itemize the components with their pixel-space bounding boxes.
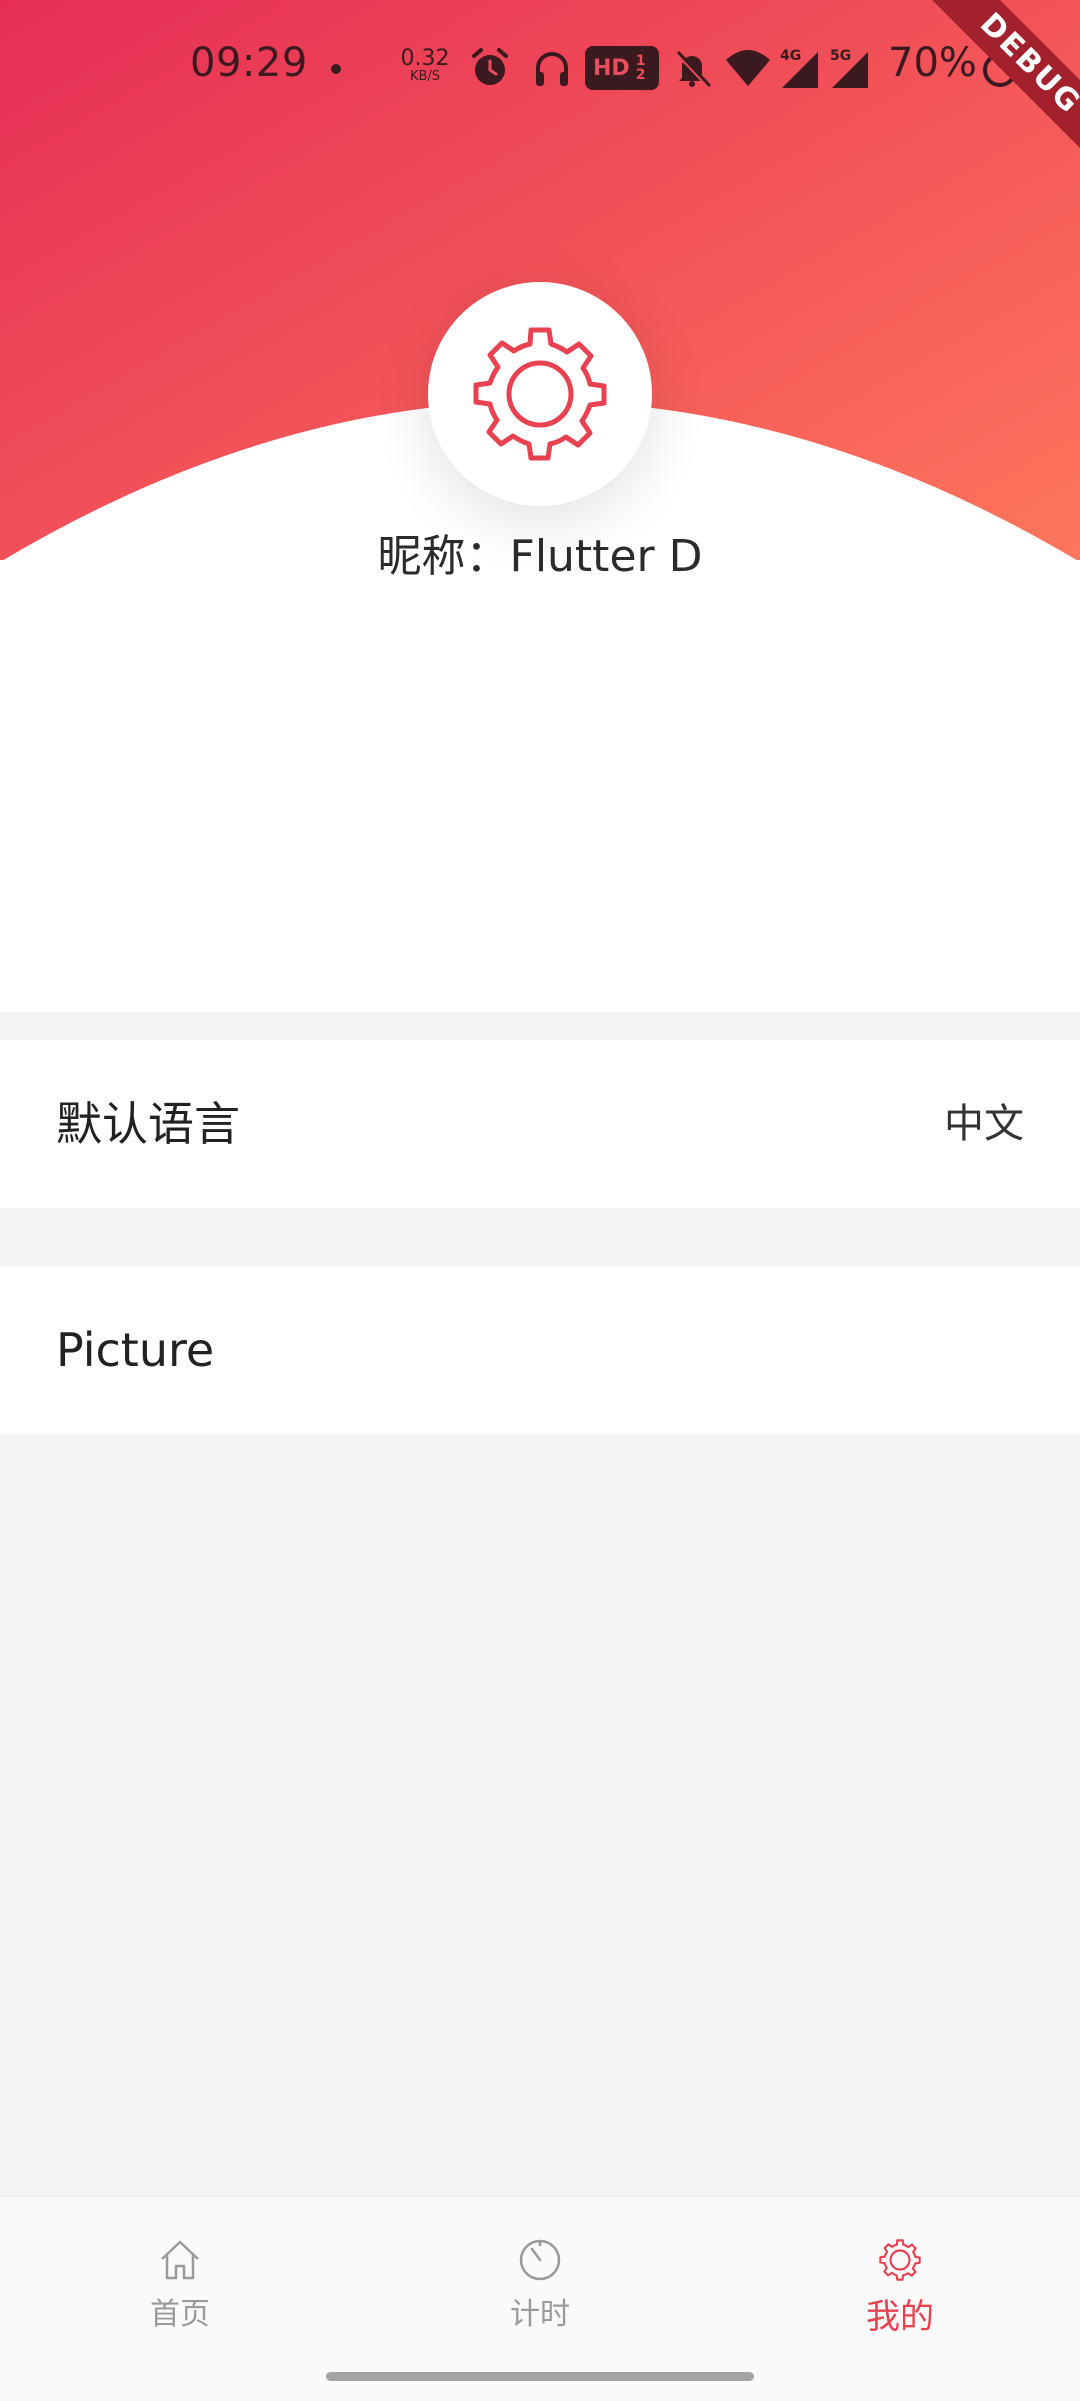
- notification-dot: [331, 64, 341, 74]
- signal-5g-icon: 5G: [830, 48, 868, 88]
- avatar[interactable]: [428, 282, 652, 506]
- home-icon: [161, 2240, 199, 2280]
- nav-label-timer: 计时: [510, 2297, 570, 2332]
- picture-label: Picture: [56, 1323, 215, 1377]
- profile-area: [0, 560, 1080, 1012]
- signal-2-label: 5G: [830, 48, 851, 64]
- net-speed: 0.32 KB/S: [400, 46, 450, 84]
- language-setting-row[interactable]: 默认语言 中文: [0, 1040, 1080, 1208]
- nav-item-timer[interactable]: 计时: [440, 2237, 640, 2333]
- hd-sub: 2: [635, 67, 646, 83]
- headphones-icon: [536, 52, 568, 86]
- battery-level: 70%: [888, 40, 977, 86]
- nav-label-mine: 我的: [866, 2297, 934, 2337]
- net-speed-unit: KB/S: [409, 69, 441, 84]
- status-time: 09:29: [190, 40, 308, 86]
- alarm-icon: [472, 48, 508, 85]
- net-speed-value: 0.32: [400, 46, 450, 71]
- timer-icon: [519, 2239, 561, 2281]
- gear-icon: [473, 327, 607, 461]
- signal-1-label: 4G: [780, 48, 801, 64]
- language-label: 默认语言: [56, 1097, 240, 1151]
- bottom-navigation: 首页 计时 我的: [0, 2196, 1080, 2401]
- gear-icon: [879, 2239, 921, 2281]
- nav-item-home[interactable]: 首页: [80, 2237, 280, 2333]
- nav-label-home: 首页: [150, 2297, 210, 2332]
- hd-icon: HD 1 2: [585, 46, 659, 90]
- hd-label: HD: [593, 55, 630, 81]
- home-indicator[interactable]: [326, 2372, 754, 2381]
- wifi-icon: [726, 50, 770, 86]
- nav-item-mine[interactable]: 我的: [800, 2237, 1000, 2338]
- hd-fraction: 1 2: [636, 54, 646, 82]
- nickname: 昵称：Flutter D: [377, 531, 703, 582]
- status-bar: 09:29 0.32 KB/S HD 1 2 4G 5G 70%: [0, 0, 1080, 140]
- bell-off-icon: [674, 50, 712, 88]
- signal-4g-icon: 4G: [780, 48, 818, 88]
- picture-row[interactable]: Picture: [0, 1266, 1080, 1434]
- language-value: 中文: [944, 1101, 1024, 1147]
